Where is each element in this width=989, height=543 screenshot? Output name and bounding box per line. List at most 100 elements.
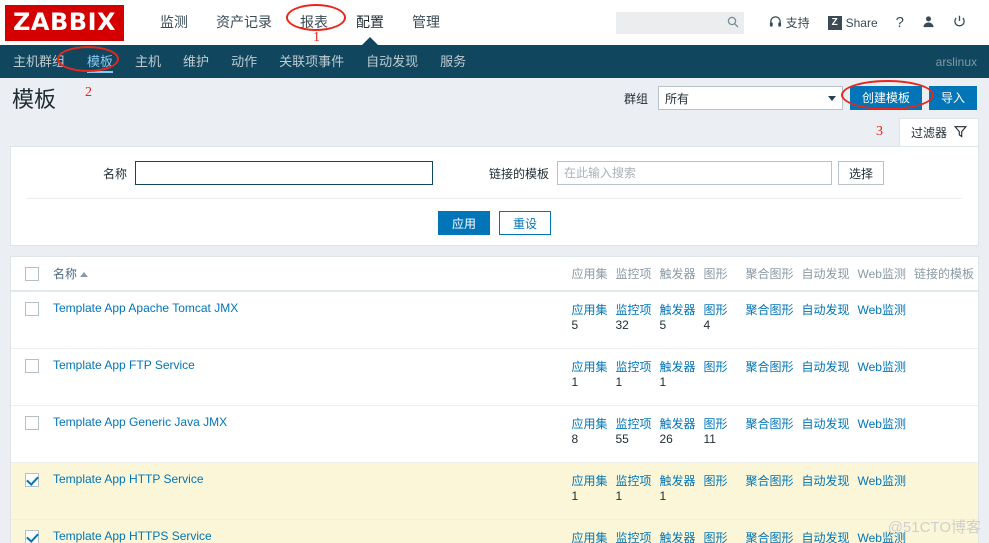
discovery-link[interactable]: 自动发现 bbox=[802, 417, 850, 431]
apply-filter-button[interactable]: 应用 bbox=[438, 211, 490, 235]
triggers-link[interactable]: 触发器 bbox=[659, 474, 695, 488]
cell-triggers: 触发器 5 bbox=[655, 291, 700, 349]
applications-link[interactable]: 应用集 bbox=[571, 474, 607, 488]
table-row[interactable]: Template App HTTP Service 应用集 1 监控项 1 触发… bbox=[11, 462, 978, 520]
web-link[interactable]: Web监测 bbox=[858, 531, 906, 543]
select-template-button[interactable]: 选择 bbox=[838, 161, 885, 185]
table-row[interactable]: Template App Generic Java JMX 应用集 8 监控项 … bbox=[11, 405, 978, 463]
items-link[interactable]: 监控项 bbox=[615, 360, 651, 374]
table-row[interactable]: Template App FTP Service 应用集 1 监控项 1 触发器… bbox=[11, 348, 978, 406]
select-all-checkbox[interactable] bbox=[25, 266, 39, 281]
applications-link[interactable]: 应用集 bbox=[571, 303, 607, 317]
row-checkbox[interactable] bbox=[25, 529, 39, 543]
row-name-cell: Template App HTTP Service bbox=[45, 462, 568, 520]
discovery-link[interactable]: 自动发现 bbox=[802, 531, 850, 543]
main-nav-reports[interactable]: 报表 bbox=[286, 0, 342, 45]
sign-out-link[interactable] bbox=[944, 15, 975, 31]
subnav-item-services[interactable]: 服务 bbox=[429, 45, 477, 78]
subnav-item-host-groups[interactable]: 主机群组 bbox=[2, 45, 76, 78]
support-link[interactable]: 支持 bbox=[760, 14, 819, 31]
screens-link[interactable]: 聚合图形 bbox=[745, 360, 793, 374]
items-link[interactable]: 监控项 bbox=[615, 474, 651, 488]
web-link[interactable]: Web监测 bbox=[858, 474, 906, 488]
share-link[interactable]: Z Share bbox=[819, 15, 887, 30]
template-name-link[interactable]: Template App FTP Service bbox=[53, 358, 195, 372]
cell-graphs: 图形 bbox=[699, 348, 742, 406]
row-checkbox[interactable] bbox=[25, 415, 39, 430]
web-link[interactable]: Web监测 bbox=[858, 303, 906, 317]
applications-link[interactable]: 应用集 bbox=[571, 417, 607, 431]
graphs-link[interactable]: 图形 bbox=[703, 531, 727, 543]
table-row[interactable]: Template App Apache Tomcat JMX 应用集 5 监控项… bbox=[11, 291, 978, 349]
triggers-link[interactable]: 触发器 bbox=[659, 417, 695, 431]
discovery-link[interactable]: 自动发现 bbox=[802, 474, 850, 488]
filter-tab[interactable]: 过滤器 bbox=[898, 118, 979, 146]
cell-triggers: 触发器 1 bbox=[655, 462, 700, 520]
screens-link[interactable]: 聚合图形 bbox=[745, 303, 793, 317]
global-search[interactable] bbox=[615, 11, 744, 34]
row-checkbox[interactable] bbox=[25, 301, 39, 316]
graphs-link[interactable]: 图形 bbox=[703, 474, 727, 488]
subnav-item-maintenance[interactable]: 维护 bbox=[172, 45, 220, 78]
zabbix-share-icon: Z bbox=[827, 15, 842, 30]
row-checkbox[interactable] bbox=[25, 358, 39, 373]
column-header-linked-templates: 链接的模板 bbox=[909, 257, 978, 292]
chevron-down-icon bbox=[827, 96, 836, 101]
web-link[interactable]: Web监测 bbox=[858, 417, 906, 431]
power-icon bbox=[953, 15, 966, 31]
main-nav-administration[interactable]: 管理 bbox=[398, 0, 454, 45]
screens-link[interactable]: 聚合图形 bbox=[745, 531, 793, 543]
template-name-link[interactable]: Template App Apache Tomcat JMX bbox=[53, 301, 238, 315]
create-template-button[interactable]: 创建模板 bbox=[849, 86, 922, 110]
row-checkbox-cell bbox=[11, 405, 45, 463]
help-link[interactable]: ? bbox=[887, 14, 913, 31]
group-select[interactable]: 所有 bbox=[657, 86, 843, 110]
subnav-item-correlation[interactable]: 关联项事件 bbox=[268, 45, 355, 78]
main-nav-configuration[interactable]: 配置 bbox=[342, 0, 398, 46]
graphs-link[interactable]: 图形 bbox=[703, 303, 727, 317]
items-link[interactable]: 监控项 bbox=[615, 417, 651, 431]
main-nav-inventory[interactable]: 资产记录 bbox=[202, 0, 286, 45]
graphs-link[interactable]: 图形 bbox=[703, 417, 727, 431]
items-count: 1 bbox=[615, 489, 623, 503]
items-link[interactable]: 监控项 bbox=[615, 531, 651, 543]
row-checkbox[interactable] bbox=[25, 472, 39, 487]
search-input[interactable] bbox=[615, 11, 744, 34]
discovery-link[interactable]: 自动发现 bbox=[802, 303, 850, 317]
triggers-link[interactable]: 触发器 bbox=[659, 360, 695, 374]
user-profile-link[interactable] bbox=[913, 15, 944, 31]
subnav-item-templates[interactable]: 模板 bbox=[76, 45, 124, 78]
template-name-link[interactable]: Template App HTTPS Service bbox=[53, 529, 212, 543]
sort-ascending-icon bbox=[80, 272, 89, 278]
zabbix-logo[interactable]: ZABBIX bbox=[5, 4, 124, 41]
filter-name-input[interactable] bbox=[135, 161, 433, 185]
applications-link[interactable]: 应用集 bbox=[571, 531, 607, 543]
screens-link[interactable]: 聚合图形 bbox=[745, 474, 793, 488]
subnav-item-hosts[interactable]: 主机 bbox=[124, 45, 172, 78]
cell-linked-templates bbox=[909, 462, 978, 520]
discovery-link[interactable]: 自动发现 bbox=[802, 360, 850, 374]
triggers-link[interactable]: 触发器 bbox=[659, 303, 695, 317]
headset-icon bbox=[769, 15, 782, 31]
template-name-link[interactable]: Template App Generic Java JMX bbox=[53, 415, 227, 429]
column-header-name[interactable]: 名称 bbox=[45, 257, 568, 292]
cell-items: 监控项 1 bbox=[611, 348, 656, 406]
cell-web: Web监测 bbox=[853, 405, 910, 463]
main-nav-monitoring[interactable]: 监测 bbox=[146, 0, 202, 45]
items-link[interactable]: 监控项 bbox=[615, 303, 651, 317]
screens-link[interactable]: 聚合图形 bbox=[745, 417, 793, 431]
table-row[interactable]: Template App HTTPS Service 应用集 1 监控项 1 触… bbox=[11, 519, 978, 543]
filter-linked-template-input[interactable] bbox=[557, 161, 833, 185]
cell-discovery: 自动发现 bbox=[797, 348, 854, 406]
triggers-count: 1 bbox=[659, 489, 667, 503]
web-link[interactable]: Web监测 bbox=[858, 360, 906, 374]
cell-discovery: 自动发现 bbox=[797, 291, 854, 349]
triggers-link[interactable]: 触发器 bbox=[659, 531, 695, 543]
subnav-item-discovery[interactable]: 自动发现 bbox=[355, 45, 429, 78]
import-button[interactable]: 导入 bbox=[928, 86, 977, 110]
reset-filter-button[interactable]: 重设 bbox=[499, 211, 551, 235]
template-name-link[interactable]: Template App HTTP Service bbox=[53, 472, 204, 486]
subnav-item-actions[interactable]: 动作 bbox=[220, 45, 268, 78]
applications-link[interactable]: 应用集 bbox=[571, 360, 607, 374]
graphs-link[interactable]: 图形 bbox=[703, 360, 727, 374]
